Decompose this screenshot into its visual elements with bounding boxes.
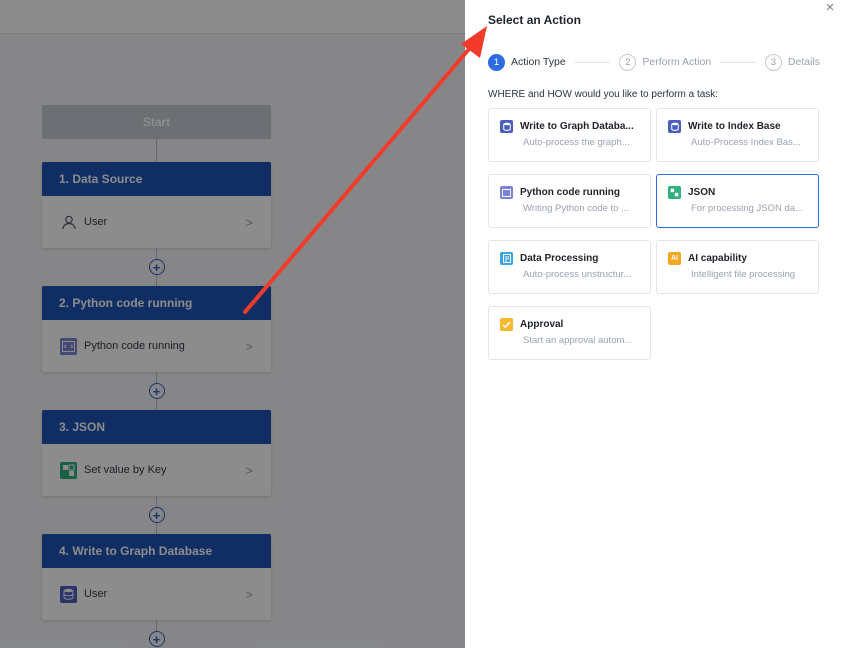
card-title: Write to Graph Databa...	[520, 121, 634, 132]
card-title: Approval	[520, 319, 564, 330]
step-label: Perform Action	[642, 56, 712, 68]
ai-icon: AI	[668, 252, 681, 265]
card-title: AI capability	[688, 253, 747, 264]
card-title: Write to Index Base	[688, 121, 781, 132]
modal-overlay[interactable]	[0, 0, 465, 648]
card-description: Intelligent file processing	[691, 269, 796, 280]
step-number: 2	[619, 53, 637, 71]
step-label: Action Type	[511, 56, 566, 68]
approval-icon	[500, 318, 513, 331]
card-description: Auto-process the graph...	[523, 137, 630, 148]
card-title: JSON	[688, 187, 716, 198]
step-label: Details	[787, 56, 821, 68]
action-card-write-graph-db[interactable]: Write to Graph Databa... Auto-process th…	[488, 108, 651, 162]
action-card-approval[interactable]: Approval Start an approval autom...	[488, 306, 651, 360]
card-description: Start an approval autom...	[523, 335, 633, 346]
step-details: 3 Details	[764, 53, 821, 71]
database-icon	[500, 120, 513, 133]
card-description: For processing JSON da...	[691, 203, 803, 214]
progress-steps: 1 Action Type 2 Perform Action 3 Details	[488, 53, 820, 71]
close-icon[interactable]: ×	[823, 0, 837, 16]
action-card-write-index-base[interactable]: Write to Index Base Auto-Process Index B…	[656, 108, 819, 162]
step-divider	[574, 61, 611, 63]
card-description: Auto-process unstructur...	[523, 269, 632, 280]
action-card-ai-capability[interactable]: AI AI capability Intelligent file proces…	[656, 240, 819, 294]
step-number: 3	[764, 53, 782, 71]
step-number: 1	[488, 53, 505, 71]
workflow-canvas: Start 1. Data Source User > + 2. Python …	[0, 0, 465, 648]
select-action-drawer: Select an Action × 1 Action Type 2 Perfo…	[465, 0, 842, 648]
card-description: Writing Python code to ...	[523, 203, 629, 214]
step-action-type: 1 Action Type	[488, 53, 566, 71]
card-description: Auto-Process Index Bas...	[691, 137, 801, 148]
python-code-icon	[500, 186, 513, 199]
data-processing-icon	[500, 252, 513, 265]
action-card-python-code[interactable]: Python code running Writing Python code …	[488, 174, 651, 228]
card-title: Data Processing	[520, 253, 599, 264]
action-card-data-processing[interactable]: Data Processing Auto-process unstructur.…	[488, 240, 651, 294]
database-icon	[668, 120, 681, 133]
card-title: Python code running	[520, 187, 620, 198]
step-perform-action: 2 Perform Action	[619, 53, 712, 71]
step-divider	[720, 61, 756, 63]
task-prompt: WHERE and HOW would you like to perform …	[488, 89, 719, 100]
action-card-json[interactable]: JSON For processing JSON da...	[656, 174, 819, 228]
drawer-title: Select an Action	[488, 13, 581, 27]
json-icon	[668, 186, 681, 199]
